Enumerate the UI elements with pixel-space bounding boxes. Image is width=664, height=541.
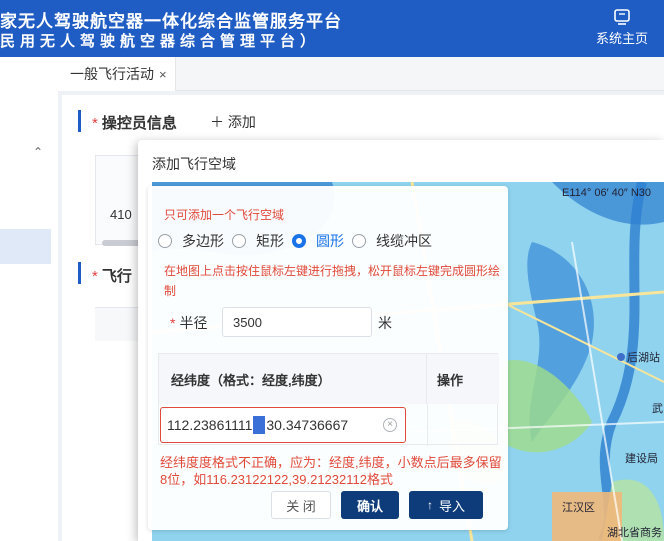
single-airspace-warning: 只可添加一个飞行空域 [164, 208, 285, 222]
map-label: 武 [652, 403, 663, 415]
map-label: 江汉区 [562, 502, 595, 514]
shape-radio-group: 多边形 矩形 圆形 线缆冲区 [158, 231, 440, 251]
platform-subtitle: 民用无人驾驶航空器综合管理平台） [0, 33, 321, 50]
horizontal-scrollbar[interactable] [102, 240, 142, 246]
home-label: 系统主页 [595, 31, 648, 46]
map-label: 后湖站 [627, 352, 660, 364]
home-screen-icon [614, 9, 630, 25]
close-button[interactable]: 关 闭 [271, 491, 331, 519]
confirm-button[interactable]: 确认 [341, 491, 399, 519]
upload-icon: ↑ [426, 498, 433, 512]
column-header-coordinate: 经纬度（格式：经度,纬度） [159, 354, 427, 404]
radio-circle-icon [352, 234, 366, 248]
dialog-title: 添加飞行空域 [152, 156, 236, 172]
tab-label: 一般飞行活动 [70, 66, 154, 82]
add-operator-button[interactable]: ＋ 添加 [210, 112, 256, 132]
import-button[interactable]: ↑ 导入 [409, 491, 483, 519]
chevron-up-icon[interactable]: ⌃ [33, 145, 43, 159]
section-accent [78, 262, 81, 284]
map-coordinate-label: E114° 06′ 40″ N30 [562, 187, 652, 199]
sidebar: ⌃ [0, 57, 58, 541]
section-title-flight: * 飞行 [92, 268, 132, 285]
radio-circle-icon [158, 234, 172, 248]
tab-general-flight[interactable]: 一般飞行活动 × [58, 57, 176, 91]
column-header-action: 操作 [427, 354, 499, 404]
clear-icon[interactable]: × [383, 418, 397, 432]
draw-hint: 在地图上点击按住鼠标左键进行拖拽，松开鼠标左键完成圆形绘制 [164, 264, 501, 298]
section-title-operator: * 操控员信息 [92, 115, 177, 132]
radio-checked-icon [292, 234, 306, 248]
platform-title: 家无人驾驶航空器一体化综合监管服务平台 [0, 12, 342, 31]
system-home-button[interactable]: 系统主页 [592, 8, 652, 48]
radio-circle-icon [232, 234, 246, 248]
radio-line-buffer[interactable]: 线缆冲区 [352, 231, 432, 251]
radius-label: * 半径 [170, 315, 208, 331]
radius-unit: 米 [378, 315, 392, 331]
table-cell: 410 [110, 207, 132, 222]
radio-polygon[interactable]: 多边形 [158, 231, 224, 251]
section-accent [78, 110, 81, 132]
close-icon[interactable]: × [159, 67, 167, 82]
sidebar-item-active[interactable] [0, 229, 51, 264]
map-label: 建设局 [625, 453, 658, 465]
coordinate-input[interactable]: 112.23861111 30.34736667 × [160, 407, 406, 443]
radio-circle[interactable]: 圆形 [292, 231, 344, 251]
map-label: 湖北省商务 [607, 527, 662, 539]
app-header: 家无人驾驶航空器一体化综合监管服务平台 民用无人驾驶航空器综合管理平台） 系统主… [0, 0, 664, 57]
text-selection-cursor [253, 416, 266, 434]
coordinate-error-message: 经纬度度格式不正确，应为：经度,纬度，小数点后最多保留8位，如116.23122… [160, 455, 502, 487]
radius-input[interactable] [222, 307, 372, 337]
radio-rectangle[interactable]: 矩形 [232, 231, 284, 251]
airspace-form-panel: 只可添加一个飞行空域 多边形 矩形 圆形 线缆冲区 在地图上点击按住鼠标左键进行… [148, 186, 508, 530]
tab-bar: 一般飞行活动 × [58, 57, 664, 91]
